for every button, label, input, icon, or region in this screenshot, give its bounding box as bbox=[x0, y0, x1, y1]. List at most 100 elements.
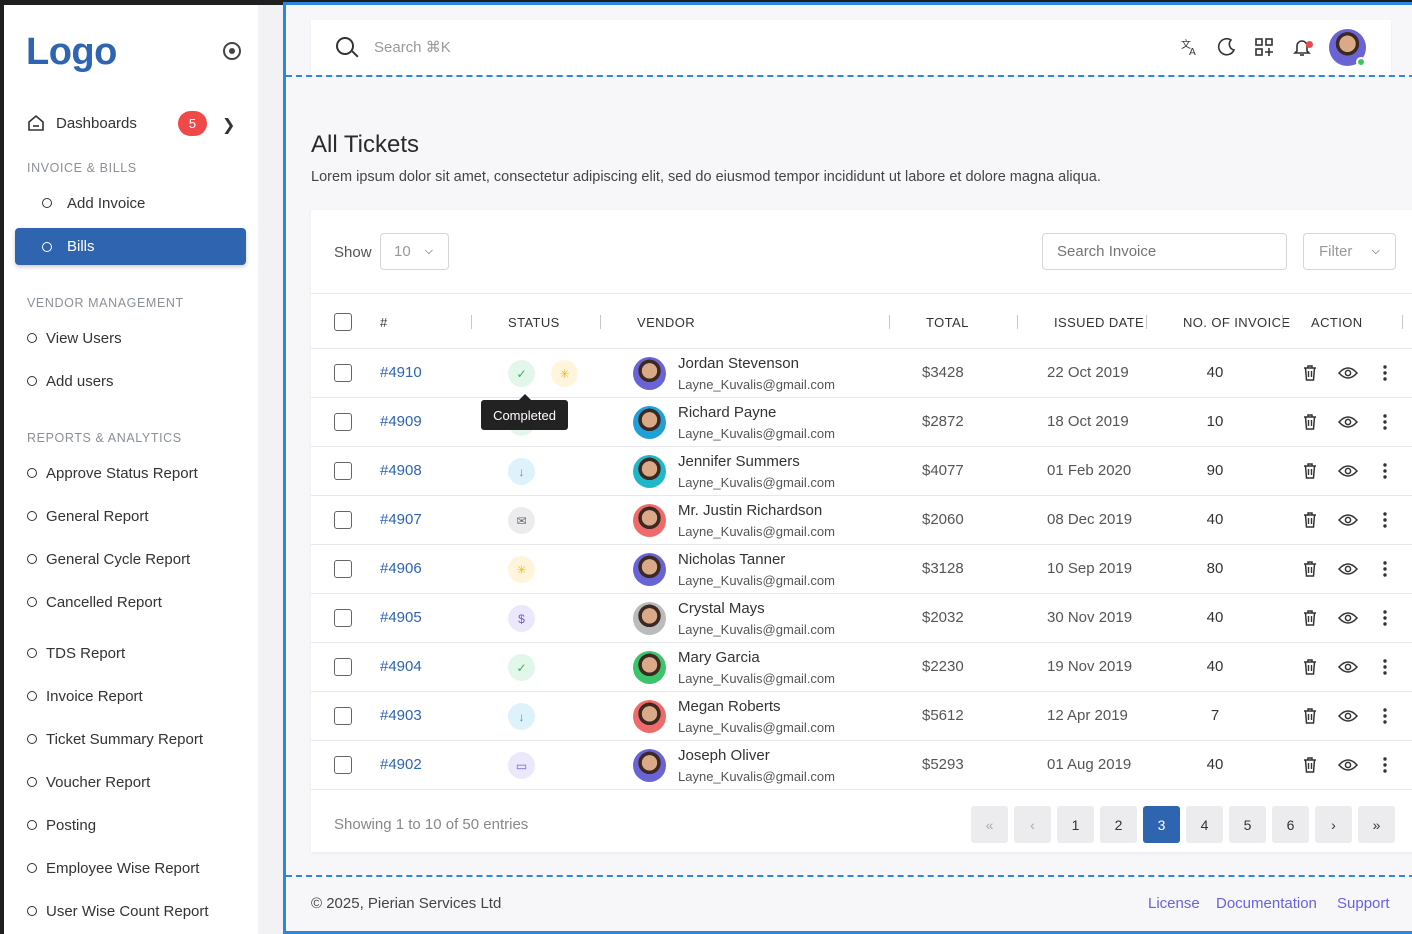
delete-icon[interactable] bbox=[1299, 607, 1321, 629]
sidebar-item-add-invoice[interactable]: Add Invoice bbox=[42, 188, 145, 218]
sidebar-item-report[interactable]: General Report bbox=[27, 501, 149, 531]
invoice-id-link[interactable]: #4902 bbox=[380, 756, 422, 773]
more-vertical-icon[interactable] bbox=[1374, 362, 1396, 384]
view-icon[interactable] bbox=[1337, 362, 1359, 384]
view-icon[interactable] bbox=[1337, 607, 1359, 629]
column-header-vendor[interactable]: VENDOR bbox=[637, 315, 695, 330]
search-icon[interactable] bbox=[336, 37, 354, 55]
more-vertical-icon[interactable] bbox=[1374, 411, 1396, 433]
pagination-page-button[interactable]: 5 bbox=[1229, 806, 1266, 843]
column-header-total[interactable]: TOTAL bbox=[926, 315, 969, 330]
pagination-next-button[interactable]: › bbox=[1315, 806, 1352, 843]
sidebar-item-vendor[interactable]: View Users bbox=[27, 323, 122, 353]
view-icon[interactable] bbox=[1337, 460, 1359, 482]
view-icon[interactable] bbox=[1337, 558, 1359, 580]
view-icon[interactable] bbox=[1337, 754, 1359, 776]
view-icon[interactable] bbox=[1337, 509, 1359, 531]
delete-icon[interactable] bbox=[1299, 705, 1321, 727]
delete-icon[interactable] bbox=[1299, 656, 1321, 678]
pagination-page-button[interactable]: 6 bbox=[1272, 806, 1309, 843]
pagination-first-button[interactable]: « bbox=[971, 806, 1008, 843]
status-spinner-icon[interactable]: ✳ bbox=[508, 556, 535, 583]
invoice-id-link[interactable]: #4907 bbox=[380, 511, 422, 528]
sidebar-item-report[interactable]: Cancelled Report bbox=[27, 587, 162, 617]
pagination-page-button[interactable]: 4 bbox=[1186, 806, 1223, 843]
invoice-id-link[interactable]: #4903 bbox=[380, 707, 422, 724]
more-vertical-icon[interactable] bbox=[1374, 607, 1396, 629]
status-arrow-down-icon[interactable]: ↓ bbox=[508, 458, 535, 485]
apps-grid-icon[interactable] bbox=[1253, 36, 1275, 58]
sidebar-toggle-icon[interactable] bbox=[223, 42, 241, 60]
dark-mode-icon[interactable] bbox=[1216, 36, 1238, 58]
pagination-prev-button[interactable]: ‹ bbox=[1014, 806, 1051, 843]
column-header-status[interactable]: STATUS bbox=[508, 315, 560, 330]
pagination-page-button[interactable]: 2 bbox=[1100, 806, 1137, 843]
invoice-id-link[interactable]: #4904 bbox=[380, 658, 422, 675]
sidebar-item-report[interactable]: TDS Report bbox=[27, 638, 125, 668]
filter-select[interactable]: Filter ⌵ bbox=[1303, 233, 1396, 270]
status-folder-icon[interactable]: ▭ bbox=[508, 752, 535, 779]
row-checkbox[interactable] bbox=[334, 756, 352, 774]
column-header-issued-date[interactable]: ISSUED DATE bbox=[1054, 315, 1144, 330]
footer-link-support[interactable]: Support bbox=[1337, 895, 1390, 912]
invoice-id-link[interactable]: #4910 bbox=[380, 364, 422, 381]
more-vertical-icon[interactable] bbox=[1374, 656, 1396, 678]
sidebar-item-bills[interactable]: Bills bbox=[15, 228, 246, 265]
sidebar-item-dashboards[interactable]: Dashboards 5 ❯ bbox=[26, 105, 246, 141]
view-icon[interactable] bbox=[1337, 656, 1359, 678]
delete-icon[interactable] bbox=[1299, 460, 1321, 482]
select-all-checkbox[interactable] bbox=[334, 313, 352, 331]
status-arrow-down-icon[interactable]: ↓ bbox=[508, 703, 535, 730]
view-icon[interactable] bbox=[1337, 705, 1359, 727]
status-mail-icon[interactable]: ✉ bbox=[508, 507, 535, 534]
column-header-invoice-count[interactable]: NO. OF INVOICE bbox=[1183, 315, 1290, 330]
invoice-id-link[interactable]: #4908 bbox=[380, 462, 422, 479]
row-checkbox[interactable] bbox=[334, 560, 352, 578]
invoice-id-link[interactable]: #4905 bbox=[380, 609, 422, 626]
row-checkbox[interactable] bbox=[334, 364, 352, 382]
more-vertical-icon[interactable] bbox=[1374, 754, 1396, 776]
status-spinner-icon[interactable]: ✳ bbox=[551, 360, 578, 387]
sidebar-item-report[interactable]: Invoice Report bbox=[27, 681, 143, 711]
pagination-page-button[interactable]: 1 bbox=[1057, 806, 1094, 843]
row-checkbox[interactable] bbox=[334, 413, 352, 431]
invoice-id-link[interactable]: #4906 bbox=[380, 560, 422, 577]
more-vertical-icon[interactable] bbox=[1374, 509, 1396, 531]
sidebar-item-report[interactable]: General Cycle Report bbox=[27, 544, 190, 574]
delete-icon[interactable] bbox=[1299, 362, 1321, 384]
row-checkbox[interactable] bbox=[334, 707, 352, 725]
more-vertical-icon[interactable] bbox=[1374, 705, 1396, 727]
delete-icon[interactable] bbox=[1299, 411, 1321, 433]
pagination-last-button[interactable]: » bbox=[1358, 806, 1395, 843]
translate-icon[interactable]: 文A bbox=[1179, 36, 1201, 58]
status-check-icon[interactable]: ✓ bbox=[508, 654, 535, 681]
sidebar-item-report[interactable]: Approve Status Report bbox=[27, 458, 198, 488]
row-checkbox[interactable] bbox=[334, 462, 352, 480]
sidebar-item-report[interactable]: Voucher Report bbox=[27, 767, 150, 797]
global-search-input[interactable]: Search ⌘K bbox=[374, 38, 451, 56]
delete-icon[interactable] bbox=[1299, 558, 1321, 580]
pagination-page-button[interactable]: 3 bbox=[1143, 806, 1180, 843]
sidebar-item-vendor[interactable]: Add users bbox=[27, 366, 114, 396]
delete-icon[interactable] bbox=[1299, 509, 1321, 531]
row-checkbox[interactable] bbox=[334, 609, 352, 627]
invoice-id-link[interactable]: #4909 bbox=[380, 413, 422, 430]
status-check-icon[interactable]: ✓ bbox=[508, 360, 535, 387]
sidebar-item-report[interactable]: User Wise Count Report bbox=[27, 896, 209, 926]
sidebar-item-report[interactable]: Ticket Summary Report bbox=[27, 724, 203, 754]
row-checkbox[interactable] bbox=[334, 511, 352, 529]
delete-icon[interactable] bbox=[1299, 754, 1321, 776]
column-header-id[interactable]: # bbox=[380, 315, 388, 330]
more-vertical-icon[interactable] bbox=[1374, 460, 1396, 482]
more-vertical-icon[interactable] bbox=[1374, 558, 1396, 580]
chevron-right-icon[interactable]: ❯ bbox=[222, 115, 235, 135]
view-icon[interactable] bbox=[1337, 411, 1359, 433]
sidebar-item-report[interactable]: Posting bbox=[27, 810, 96, 840]
footer-link-license[interactable]: License bbox=[1148, 895, 1200, 912]
show-entries-select[interactable]: 10 ⌵ bbox=[380, 233, 449, 270]
status-dollar-icon[interactable]: $ bbox=[508, 605, 535, 632]
search-invoice-input[interactable] bbox=[1042, 233, 1287, 270]
footer-link-documentation[interactable]: Documentation bbox=[1216, 895, 1317, 912]
sidebar-item-report[interactable]: Employee Wise Report bbox=[27, 853, 199, 883]
logo[interactable]: Logo bbox=[26, 31, 117, 74]
